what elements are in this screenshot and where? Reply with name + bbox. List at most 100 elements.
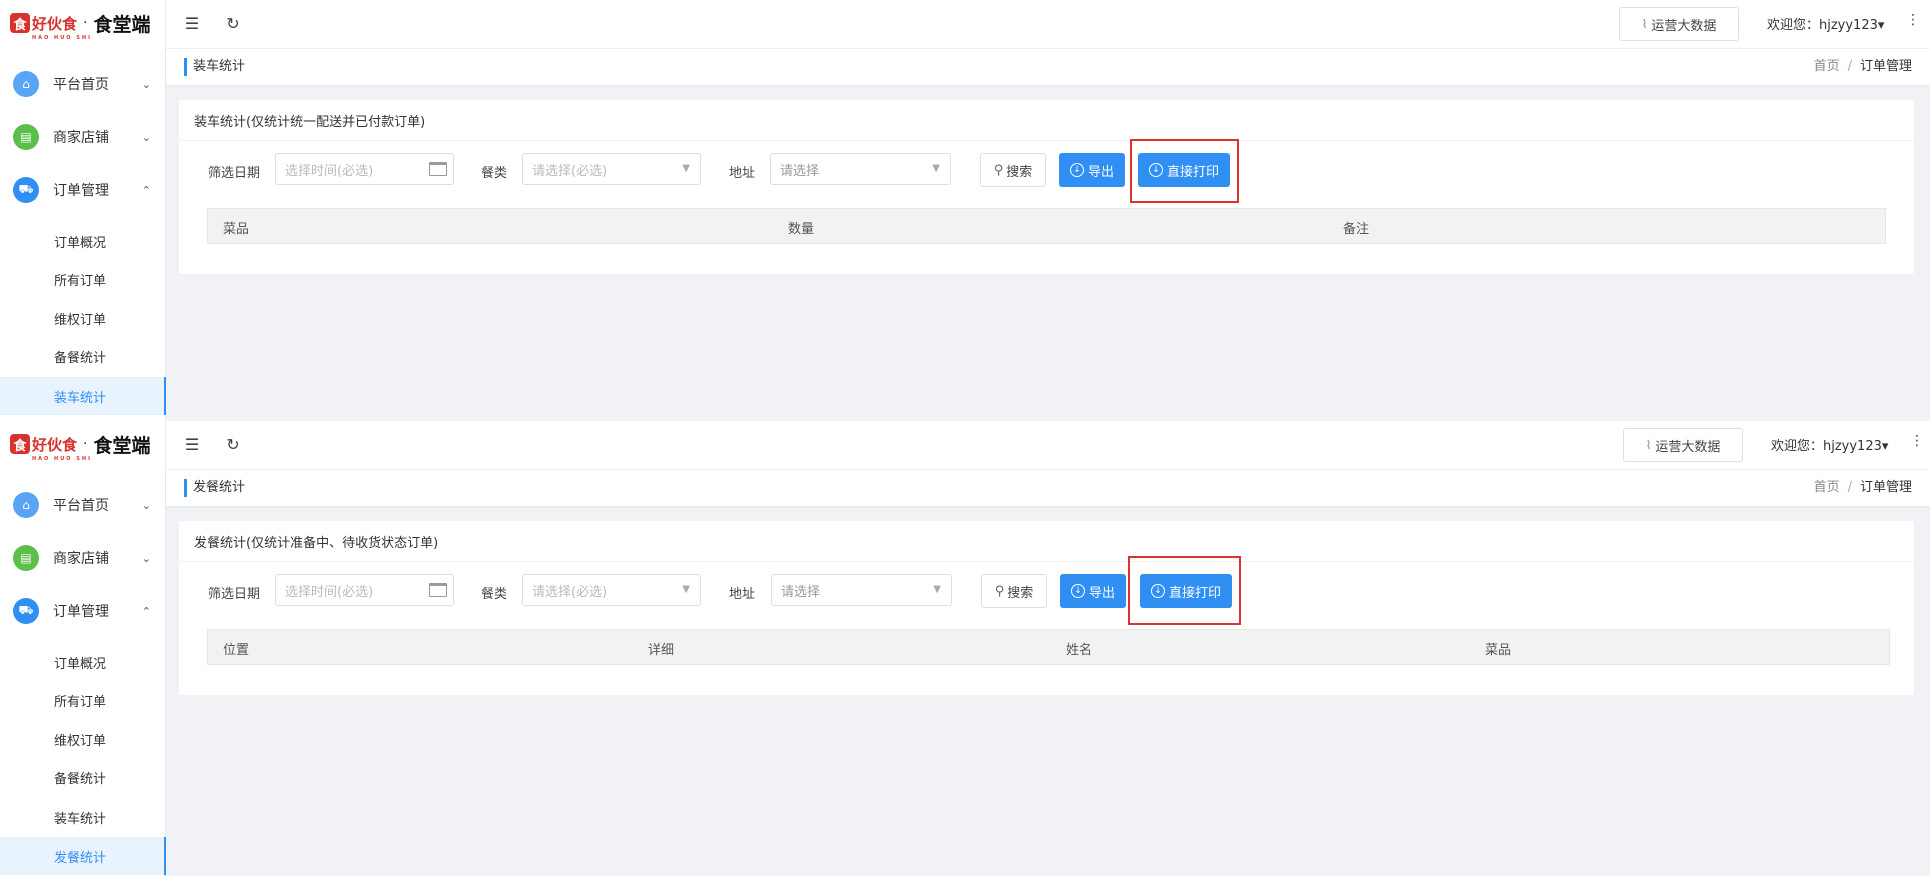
date-input[interactable]: 选择时间(必选)	[275, 574, 454, 606]
logo-separator: ·	[83, 15, 88, 31]
date-input[interactable]: 选择时间(必选)	[275, 153, 454, 185]
nav-group-home[interactable]: ⌂ 平台首页 ⌄	[0, 66, 165, 102]
breadcrumb-bar: 发餐统计 首页 / 订单管理	[166, 470, 1930, 506]
page-tag[interactable]: 装车统计	[184, 58, 245, 76]
user-menu[interactable]: 欢迎您：hjzyy123▾	[1767, 14, 1884, 33]
ops-big-data-button[interactable]: ⌇ 运营大数据	[1623, 428, 1743, 462]
search-button[interactable]: ⚲ 搜索	[980, 153, 1046, 187]
chevron-down-icon: ⌄	[141, 498, 151, 512]
menu-toggle-icon[interactable]: ☰	[181, 12, 203, 34]
search-button[interactable]: ⚲ 搜索	[981, 574, 1047, 608]
pulse-icon: ⌇	[1641, 17, 1648, 31]
breadcrumb: 首页 / 订单管理	[1814, 479, 1912, 497]
sidebar-item-label: 订单概况	[54, 656, 107, 672]
export-button-label: 导出	[1087, 164, 1114, 180]
date-input-placeholder: 选择时间(必选)	[285, 584, 374, 600]
direct-print-button[interactable]: ↓ 直接打印	[1138, 153, 1230, 187]
sidebar-item-label: 备餐统计	[54, 771, 107, 787]
sidebar-item-prep-stats[interactable]: 备餐统计	[0, 337, 164, 375]
direct-print-button-label: 直接打印	[1166, 164, 1219, 180]
sidebar-item-prep-stats[interactable]: 备餐统计	[0, 758, 164, 796]
meal-select[interactable]: 请选择(必选) ▼	[522, 153, 701, 185]
search-icon: ⚲	[993, 162, 1004, 178]
address-filter-label: 地址	[729, 587, 756, 602]
cart-icon: ⛟	[13, 177, 39, 203]
direct-print-button[interactable]: ↓ 直接打印	[1140, 574, 1232, 608]
breadcrumb-separator: /	[1847, 59, 1852, 74]
export-button[interactable]: ↓ 导出	[1059, 153, 1125, 187]
logo-mark-icon: 食	[10, 434, 30, 454]
sidebar: 食 好伙食 HAO HUO SHI · 食堂端 ⌂ 平台首页 ⌄ ▤ 商家店铺 …	[0, 421, 166, 876]
sidebar-item-loading-stats[interactable]: 装车统计	[0, 377, 166, 415]
sidebar-item-label: 维权订单	[54, 733, 107, 749]
breadcrumb-home[interactable]: 首页	[1814, 59, 1840, 74]
nav-group-store[interactable]: ▤ 商家店铺 ⌄	[0, 119, 165, 155]
export-button[interactable]: ↓ 导出	[1060, 574, 1126, 608]
app-name: 食堂端	[93, 434, 151, 457]
user-menu[interactable]: 欢迎您：hjzyy123▾	[1771, 435, 1888, 454]
calendar-icon	[429, 162, 447, 176]
breadcrumb-home[interactable]: 首页	[1814, 480, 1840, 495]
refresh-icon[interactable]: ↻	[222, 433, 244, 455]
logo-mark-icon: 食	[10, 13, 30, 33]
caret-down-icon: ▼	[932, 163, 940, 174]
sidebar-item-order-overview[interactable]: 订单概况	[0, 222, 164, 260]
nav-group-home[interactable]: ⌂ 平台首页 ⌄	[0, 487, 165, 523]
ops-big-data-label: 运营大数据	[1655, 439, 1721, 455]
table-header: 位置 详细 姓名 菜品	[207, 629, 1890, 665]
card-divider	[179, 140, 1914, 141]
column-header: 菜品	[1485, 643, 1512, 658]
home-icon: ⌂	[13, 71, 39, 97]
search-icon: ⚲	[994, 583, 1005, 599]
date-filter-label: 筛选日期	[208, 166, 261, 181]
top-bar: ☰ ↻ ⌇ 运营大数据 欢迎您：hjzyy123▾ ⋮	[166, 0, 1930, 49]
nav-group-store[interactable]: ▤ 商家店铺 ⌄	[0, 540, 165, 576]
address-select-placeholder: 请选择	[780, 163, 820, 179]
cart-icon: ⛟	[13, 598, 39, 624]
download-icon: ↓	[1148, 163, 1163, 177]
refresh-icon[interactable]: ↻	[222, 12, 244, 34]
breadcrumb-bar: 装车统计 首页 / 订单管理	[166, 49, 1930, 85]
nav-group-label: 订单管理	[53, 183, 109, 199]
sidebar-item-label: 所有订单	[54, 273, 107, 289]
meal-filter-label: 餐类	[481, 587, 508, 602]
logo-separator: ·	[83, 436, 88, 452]
nav-group-orders[interactable]: ⛟ 订单管理 ⌃	[0, 172, 165, 208]
sidebar-item-rights-orders[interactable]: 维权订单	[0, 720, 164, 758]
sidebar-item-label: 装车统计	[54, 390, 107, 406]
home-icon: ⌂	[13, 492, 39, 518]
sidebar-item-loading-stats[interactable]: 装车统计	[0, 798, 164, 836]
sidebar-item-rights-orders[interactable]: 维权订单	[0, 299, 164, 337]
address-select[interactable]: 请选择 ▼	[771, 574, 952, 606]
meal-select-placeholder: 请选择(必选)	[532, 584, 608, 600]
more-menu-icon[interactable]: ⋮	[1910, 433, 1924, 449]
nav-group-orders[interactable]: ⛟ 订单管理 ⌃	[0, 593, 165, 629]
menu-toggle-icon[interactable]: ☰	[181, 433, 203, 455]
caret-down-icon: ▼	[682, 584, 690, 595]
sidebar-item-all-orders[interactable]: 所有订单	[0, 681, 164, 719]
card-divider	[179, 561, 1914, 562]
breadcrumb-current: 订单管理	[1859, 59, 1912, 74]
address-select[interactable]: 请选择 ▼	[770, 153, 951, 185]
sidebar-item-order-overview[interactable]: 订单概况	[0, 643, 164, 681]
column-header: 位置	[223, 643, 250, 658]
store-icon: ▤	[13, 124, 39, 150]
sidebar: 食 好伙食 HAO HUO SHI · 食堂端 ⌂ 平台首页 ⌄ ▤ 商家店铺 …	[0, 0, 166, 421]
column-header: 姓名	[1066, 643, 1093, 658]
date-filter-label: 筛选日期	[208, 587, 261, 602]
store-icon: ▤	[13, 545, 39, 571]
search-button-label: 搜索	[1006, 164, 1033, 180]
screen-dispatch-stats: 食 好伙食 HAO HUO SHI · 食堂端 ⌂ 平台首页 ⌄ ▤ 商家店铺 …	[0, 421, 1930, 876]
ops-big-data-button[interactable]: ⌇ 运营大数据	[1619, 7, 1739, 41]
download-icon: ↓	[1069, 163, 1084, 177]
chevron-up-icon: ⌃	[141, 183, 151, 197]
stats-card: 装车统计(仅统计统一配送并已付款订单) 筛选日期 选择时间(必选) 餐类 请选择…	[179, 100, 1914, 274]
sidebar-item-all-orders[interactable]: 所有订单	[0, 260, 164, 298]
breadcrumb-separator: /	[1847, 480, 1852, 495]
meal-select[interactable]: 请选择(必选) ▼	[522, 574, 701, 606]
sidebar-item-dispatch-stats[interactable]: 发餐统计	[0, 837, 166, 875]
nav-group-label: 订单管理	[53, 604, 109, 620]
page-tag[interactable]: 发餐统计	[184, 479, 245, 497]
breadcrumb-current: 订单管理	[1859, 480, 1912, 495]
more-menu-icon[interactable]: ⋮	[1906, 12, 1920, 28]
